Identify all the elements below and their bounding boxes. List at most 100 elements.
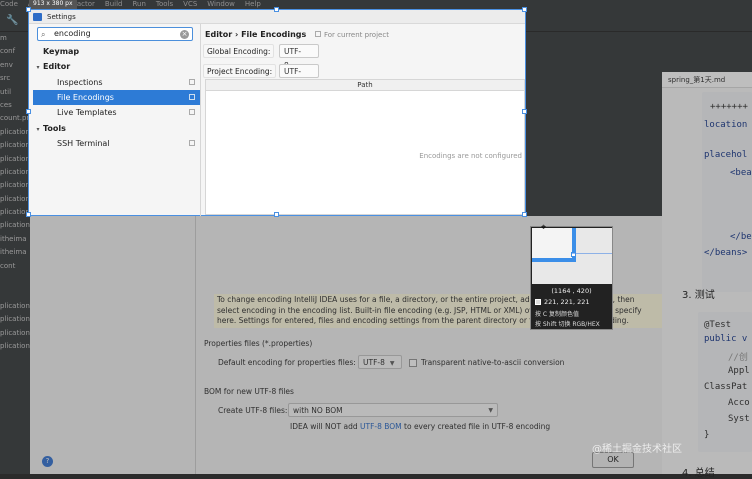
project-scope-icon bbox=[189, 78, 195, 85]
project-tree-item[interactable]: cont bbox=[0, 260, 30, 273]
project-tree-item[interactable]: m bbox=[0, 32, 30, 45]
tree-item-label: Tools bbox=[43, 123, 66, 133]
search-value: encoding bbox=[54, 29, 91, 38]
editor-tab[interactable]: spring_第1天.md bbox=[662, 72, 752, 88]
resize-handle-ne[interactable] bbox=[522, 7, 527, 12]
tree-item-ssh-terminal[interactable]: SSH Terminal bbox=[33, 136, 201, 151]
tree-item-keymap[interactable]: Keymap bbox=[33, 44, 201, 59]
resize-handle-n[interactable] bbox=[274, 7, 279, 12]
tree-item-label: Inspections bbox=[57, 77, 103, 87]
create-utf8-label: Create UTF-8 files: bbox=[218, 406, 288, 415]
resize-handle-se[interactable] bbox=[522, 212, 527, 217]
selection-size-badge: 913 x 380 px bbox=[29, 0, 77, 9]
utf8-bom-link[interactable]: UTF-8 BOM bbox=[360, 422, 402, 431]
chevron-down-icon[interactable]: ▾ bbox=[33, 122, 43, 137]
menu-item[interactable]: Tools bbox=[156, 0, 173, 8]
chevron-down-icon: ▼ bbox=[389, 360, 395, 367]
global-encoding-combo[interactable]: UTF-8▼ bbox=[279, 44, 319, 70]
project-tree-item[interactable]: count.prop bbox=[0, 112, 30, 125]
bom-note: IDEA will NOT add UTF-8 BOM to every cre… bbox=[290, 422, 550, 431]
project-scope-icon bbox=[189, 139, 195, 146]
project-tree-item[interactable]: plication6 bbox=[0, 193, 30, 206]
project-tree-item[interactable]: plication.x bbox=[0, 126, 30, 139]
menu-item[interactable]: Code bbox=[0, 0, 18, 8]
magnified-border-h bbox=[532, 258, 576, 262]
chevron-down-icon: ▼ bbox=[488, 407, 493, 414]
toggle-format-hint: 按 Shift 切换 RGB/HEX bbox=[535, 321, 600, 328]
pixel-color: 221, 221, 221 bbox=[535, 298, 589, 306]
project-tree-item[interactable]: plication3.xml bbox=[0, 327, 30, 340]
create-utf8-combo[interactable]: with NO BOM ▼ bbox=[288, 403, 498, 417]
project-tree-item[interactable]: plication4.xml bbox=[0, 340, 30, 353]
magnifier-view bbox=[532, 228, 612, 284]
tree-item-file-encodings[interactable]: File Encodings bbox=[33, 89, 201, 105]
wrench-icon[interactable]: 🔧 bbox=[6, 15, 18, 26]
search-icon: ⌕ bbox=[41, 30, 46, 39]
resize-handle-e[interactable] bbox=[522, 109, 527, 114]
resize-handle-sw[interactable] bbox=[26, 212, 31, 217]
tree-item-label: Keymap bbox=[43, 47, 80, 56]
breadcrumb: Editor › File Encodings bbox=[205, 30, 307, 39]
project-tree-item[interactable]: env bbox=[0, 59, 30, 72]
menu-item[interactable]: Run bbox=[132, 0, 145, 8]
code-line: placehol bbox=[704, 150, 748, 160]
transparent-label: Transparent native-to-ascii conversion bbox=[421, 358, 565, 367]
menu-item[interactable]: Window bbox=[207, 0, 235, 8]
project-tree-item[interactable] bbox=[0, 273, 30, 286]
dialog-titlebar[interactable]: Settings bbox=[29, 10, 525, 24]
markdown-editor: spring_第1天.md 3. 测试 4. 总结 +++++++ locatio… bbox=[662, 72, 752, 479]
project-tree-item[interactable]: src bbox=[0, 72, 30, 85]
project-tree-item[interactable]: plication2.xml bbox=[0, 313, 30, 326]
resize-handle-nw[interactable] bbox=[26, 7, 31, 12]
menu-item[interactable]: Help bbox=[245, 0, 261, 8]
tree-item-live-templates[interactable]: Live Templates bbox=[33, 105, 201, 120]
code-line: +++++++ bbox=[710, 102, 748, 112]
project-encoding-label: Project Encoding: bbox=[203, 64, 277, 78]
project-tree: mconfenvsrcutilcescount.propplication.xp… bbox=[0, 32, 30, 474]
project-scope-icon bbox=[189, 109, 195, 116]
project-encoding-combo[interactable]: UTF-8▼ bbox=[279, 64, 319, 90]
project-tree-item[interactable]: itheima bbox=[0, 246, 30, 259]
screenshot-selection[interactable]: 913 x 380 px Settings ⌕ encoding × Keyma… bbox=[26, 0, 527, 217]
dialog-title: Settings bbox=[47, 13, 76, 21]
magnified-region bbox=[532, 228, 576, 258]
watermark: @稀土掘金技术社区 bbox=[592, 444, 682, 455]
resize-handle-w[interactable] bbox=[26, 109, 31, 114]
menu-item[interactable]: Build bbox=[105, 0, 123, 8]
transparent-checkbox[interactable] bbox=[409, 359, 417, 367]
code-line: </beans> bbox=[704, 248, 748, 258]
chevron-down-icon[interactable]: ▾ bbox=[33, 60, 43, 75]
tree-item-label: SSH Terminal bbox=[57, 138, 110, 148]
path-encoding-table[interactable]: Path Encodings are not configured bbox=[205, 79, 525, 215]
project-tree-item[interactable]: plication8 bbox=[0, 219, 30, 232]
code-line: public v bbox=[704, 334, 748, 344]
tree-item-inspections[interactable]: Inspections bbox=[33, 75, 201, 90]
settings-search-input[interactable]: ⌕ encoding × bbox=[37, 27, 193, 41]
tree-item-tools[interactable]: ▾ Tools bbox=[33, 121, 201, 136]
resize-handle-s[interactable] bbox=[274, 212, 279, 217]
project-tree-item[interactable]: itheima bbox=[0, 233, 30, 246]
global-encoding-label: Global Encoding: bbox=[203, 44, 275, 58]
tree-item-editor[interactable]: ▾ Editor bbox=[33, 59, 201, 74]
menu-item[interactable]: VCS bbox=[183, 0, 197, 8]
ide-menubar: CodeAnalyzeRefactorBuildRunToolsVCSWindo… bbox=[0, 0, 662, 8]
project-tree-item[interactable]: plication3 bbox=[0, 153, 30, 166]
project-tree-item[interactable]: plication5 bbox=[0, 179, 30, 192]
help-button[interactable]: ? bbox=[42, 456, 53, 467]
clear-icon[interactable]: × bbox=[180, 30, 189, 39]
project-tree-item[interactable]: plication4 bbox=[0, 166, 30, 179]
code-line: //创 bbox=[728, 353, 748, 363]
bom-note-prefix: IDEA will NOT add bbox=[290, 422, 360, 431]
default-props-combo[interactable]: UTF-8 ▼ bbox=[358, 355, 402, 369]
project-tree-item[interactable] bbox=[0, 286, 30, 299]
project-tree-item[interactable]: plication.xml bbox=[0, 300, 30, 313]
project-tree-item[interactable]: conf bbox=[0, 45, 30, 58]
project-tree-item[interactable]: plication2 bbox=[0, 139, 30, 152]
path-column-header[interactable]: Path bbox=[206, 80, 524, 91]
project-tree-item[interactable]: util bbox=[0, 86, 30, 99]
code-line: <bea bbox=[730, 168, 752, 178]
code-line: } bbox=[704, 430, 710, 440]
intellij-icon bbox=[33, 13, 42, 21]
code-line: Syst bbox=[728, 414, 750, 424]
mouse-cursor-icon: ⌖ bbox=[541, 223, 547, 233]
